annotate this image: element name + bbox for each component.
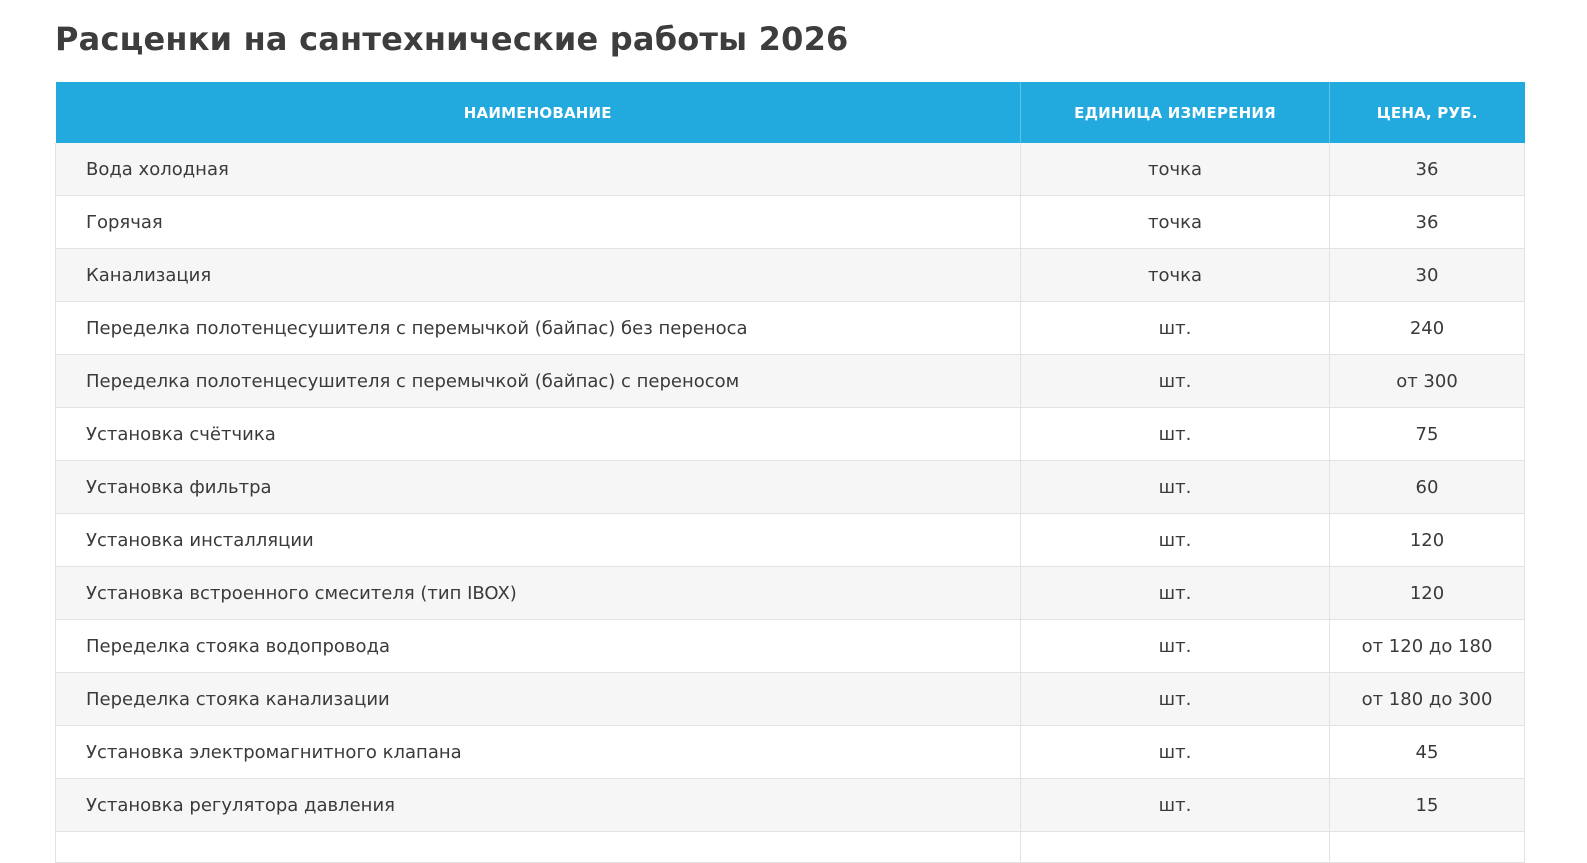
table-row: Переделка стояка канализации шт. от 180 до… (55, 672, 1525, 726)
cell-empty (1020, 831, 1330, 863)
table-header: НАИМЕНОВАНИЕ ЕДИНИЦА ИЗМЕРЕНИЯ ЦЕНА, РУБ… (55, 82, 1525, 143)
cell-price: от 300 (1329, 354, 1525, 408)
table-body: Вода холодная точка 36 Горячая точка 36 Канали… (55, 143, 1525, 863)
header-unit: ЕДИНИЦА ИЗМЕРЕНИЯ (1020, 82, 1330, 143)
cell-price: 120 (1329, 513, 1525, 567)
cell-unit: шт. (1020, 672, 1330, 726)
table-row: Переделка стояка водопровода шт. от 120 до… (55, 619, 1525, 673)
table-row: Установка инсталляции шт. 120 (55, 513, 1525, 567)
page-title: Расценки на сантехнические работы 2026 (55, 20, 849, 58)
cell-unit: шт. (1020, 619, 1330, 673)
cell-unit: точка (1020, 248, 1330, 302)
cell-name: Установка инсталляции (55, 513, 1021, 567)
table-row: Переделка полотенцесушителя с перемычкой… (55, 354, 1525, 408)
cell-price: 60 (1329, 460, 1525, 514)
table-row: Установка электромагнитного клапана шт. 45 (55, 725, 1525, 779)
cell-name: Переделка полотенцесушителя с перемычкой… (55, 354, 1021, 408)
cell-unit: шт. (1020, 407, 1330, 461)
cell-price: от 120 до 180 (1329, 619, 1525, 673)
cell-empty (55, 831, 1021, 863)
table-row: Канализация точка 30 (55, 248, 1525, 302)
cell-unit: шт. (1020, 513, 1330, 567)
cell-name: Установка регулятора давления (55, 778, 1021, 832)
cell-name: Вода холодная (55, 143, 1021, 196)
cell-price: 36 (1329, 143, 1525, 196)
cell-unit: шт. (1020, 566, 1330, 620)
cell-name: Переделка стояка канализации (55, 672, 1021, 726)
table-row: Горячая точка 36 (55, 195, 1525, 249)
cell-price: 75 (1329, 407, 1525, 461)
cell-price: 30 (1329, 248, 1525, 302)
cell-name: Установка электромагнитного клапана (55, 725, 1021, 779)
cell-unit: шт. (1020, 725, 1330, 779)
cell-price: 45 (1329, 725, 1525, 779)
price-table: НАИМЕНОВАНИЕ ЕДИНИЦА ИЗМЕРЕНИЯ ЦЕНА, РУБ… (55, 82, 1525, 863)
cell-name: Установка встроенного смесителя (тип IBO… (55, 566, 1021, 620)
table-row: Установка встроенного смесителя (тип IBO… (55, 566, 1525, 620)
cell-name: Переделка полотенцесушителя с перемычкой… (55, 301, 1021, 355)
cell-empty (1329, 831, 1525, 863)
cell-price: 240 (1329, 301, 1525, 355)
cell-name: Установка фильтра (55, 460, 1021, 514)
header-price: ЦЕНА, РУБ. (1329, 82, 1525, 143)
table-row: Вода холодная точка 36 (55, 143, 1525, 196)
cell-unit: шт. (1020, 301, 1330, 355)
cell-unit: шт. (1020, 778, 1330, 832)
cell-unit: точка (1020, 195, 1330, 249)
cell-unit: точка (1020, 143, 1330, 196)
table-row: Установка счётчика шт. 75 (55, 407, 1525, 461)
cell-name: Установка счётчика (55, 407, 1021, 461)
table-row: Установка регулятора давления шт. 15 (55, 778, 1525, 832)
cell-unit: шт. (1020, 354, 1330, 408)
header-row: НАИМЕНОВАНИЕ ЕДИНИЦА ИЗМЕРЕНИЯ ЦЕНА, РУБ… (55, 82, 1525, 143)
cell-price: 120 (1329, 566, 1525, 620)
cell-price: 36 (1329, 195, 1525, 249)
header-name: НАИМЕНОВАНИЕ (55, 82, 1021, 143)
table-row: Переделка полотенцесушителя с перемычкой… (55, 301, 1525, 355)
cell-name: Канализация (55, 248, 1021, 302)
table-row: Установка фильтра шт. 60 (55, 460, 1525, 514)
table-row-partial (55, 831, 1525, 863)
cell-name: Горячая (55, 195, 1021, 249)
cell-price: от 180 до 300 (1329, 672, 1525, 726)
cell-name: Переделка стояка водопровода (55, 619, 1021, 673)
cell-unit: шт. (1020, 460, 1330, 514)
cell-price: 15 (1329, 778, 1525, 832)
